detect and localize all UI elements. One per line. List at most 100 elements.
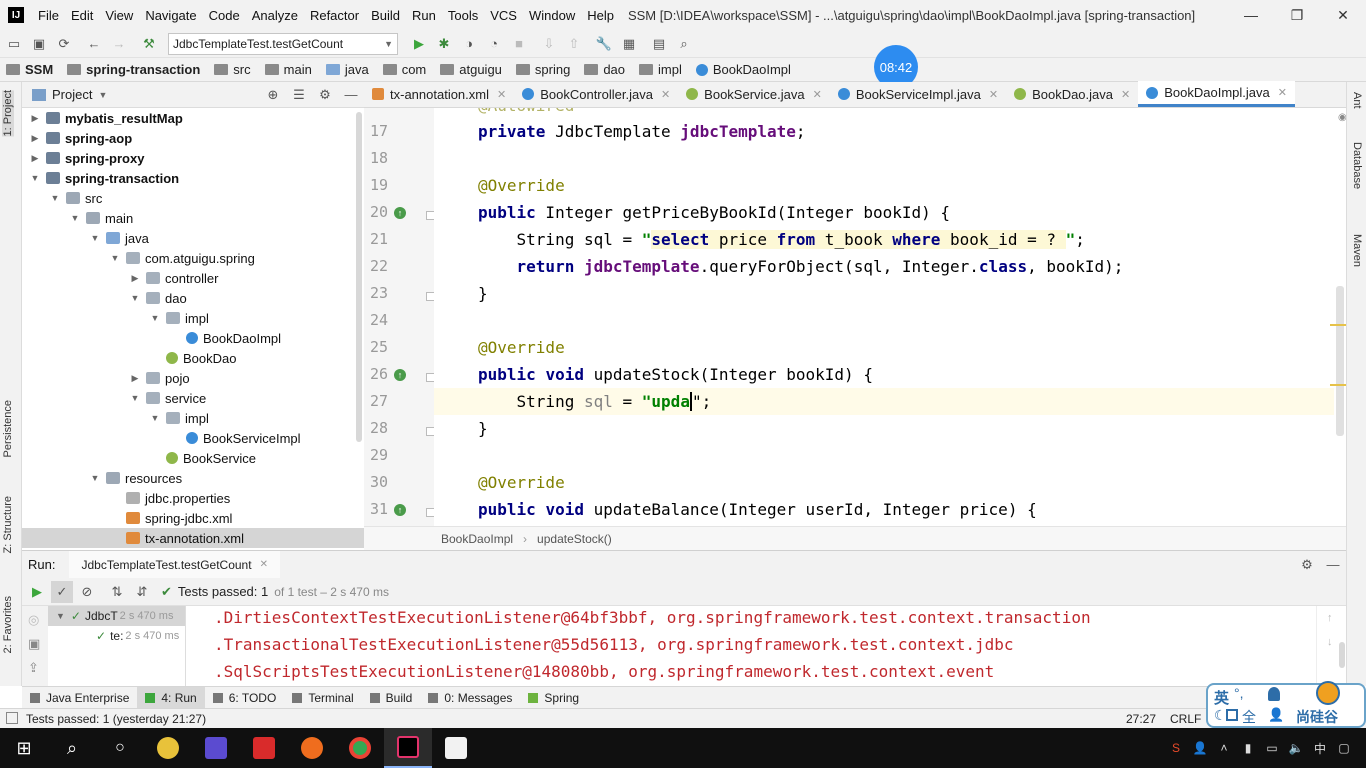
tree-item[interactable]: jdbc.properties: [22, 488, 364, 508]
close-icon[interactable]: ✕: [1278, 86, 1287, 99]
tool-tab-spring[interactable]: Spring: [520, 687, 587, 709]
stop-icon[interactable]: ◎: [28, 612, 39, 628]
editor-scroll-thumb[interactable]: [1336, 286, 1344, 436]
breadcrumb-spring-transaction[interactable]: spring-transaction: [61, 62, 208, 77]
close-icon[interactable]: ✕: [1121, 88, 1130, 101]
tree-item[interactable]: BookDaoImpl: [22, 328, 364, 348]
chevron-down-icon[interactable]: ▼: [88, 233, 102, 243]
persistence-tool-tab[interactable]: Persistence: [2, 400, 14, 457]
chevron-down-icon[interactable]: ▼: [48, 193, 62, 203]
menu-analyze[interactable]: Analyze: [246, 8, 304, 23]
show-ignored-icon[interactable]: ⊘: [76, 581, 98, 603]
chevron-down-icon[interactable]: ▼: [28, 173, 42, 183]
chevron-right-icon[interactable]: ▶: [28, 133, 42, 144]
gear-icon[interactable]: ⚙: [312, 87, 338, 103]
tool-tab-todo[interactable]: 6: TODO: [205, 687, 285, 709]
forward-icon[interactable]: →: [108, 33, 130, 55]
chevron-down-icon[interactable]: ▼: [128, 293, 142, 303]
project-tree-scrollbar[interactable]: [356, 112, 362, 442]
editor-tab[interactable]: BookDao.java ✕: [1006, 81, 1138, 107]
ant-tool-tab[interactable]: Ant: [1351, 92, 1363, 109]
coverage-icon[interactable]: ◑: [458, 33, 480, 55]
run-console-output[interactable]: .DirtiesContextTestExecutionListener@64b…: [186, 606, 1316, 686]
project-tool-tab[interactable]: 1: Project: [2, 90, 14, 137]
menu-run[interactable]: Run: [406, 8, 442, 23]
save-all-icon[interactable]: ▣: [28, 33, 50, 55]
chevron-right-icon[interactable]: ▶: [28, 113, 42, 124]
close-icon[interactable]: ✕: [497, 88, 506, 101]
chevron-down-icon[interactable]: ▼: [148, 313, 162, 323]
editor-tab[interactable]: BookServiceImpl.java ✕: [830, 81, 1006, 107]
taskbar-app-duck[interactable]: [144, 728, 192, 768]
taskbar-app-typora[interactable]: [432, 728, 480, 768]
settings-wrench-icon[interactable]: 🔧: [593, 33, 615, 55]
rerun-icon[interactable]: ▶: [26, 581, 48, 603]
sort-duration-icon[interactable]: ⇵: [131, 581, 153, 603]
tree-item[interactable]: ▼ java: [22, 228, 364, 248]
breadcrumb-com[interactable]: com: [377, 62, 435, 77]
chevron-down-icon[interactable]: ▼: [68, 213, 82, 223]
start-button[interactable]: ⊞: [0, 728, 48, 768]
breadcrumb-dao[interactable]: dao: [578, 62, 633, 77]
tool-tab-terminal[interactable]: Terminal: [284, 687, 361, 709]
taskbar-app-firefox[interactable]: [288, 728, 336, 768]
test-suite-row[interactable]: ▼ ✓ JdbcT 2 s 470 ms: [48, 606, 185, 626]
database-tool-tab[interactable]: Database: [1351, 142, 1363, 189]
menu-edit[interactable]: Edit: [65, 8, 99, 23]
locate-icon[interactable]: ⊕: [260, 87, 286, 103]
tool-tab-run[interactable]: 4: Run: [137, 686, 205, 709]
language-icon[interactable]: 中: [1308, 740, 1332, 757]
editor-tab[interactable]: BookService.java ✕: [678, 81, 830, 107]
chevron-down-icon[interactable]: ▼: [148, 413, 162, 423]
editor-crumb-method[interactable]: updateStock(): [537, 532, 612, 546]
chevron-down-icon[interactable]: ▼: [128, 393, 142, 403]
test-case-row[interactable]: ✓ te: 2 s 470 ms: [48, 626, 185, 646]
chevron-down-icon[interactable]: ▼: [88, 473, 102, 483]
menu-vcs[interactable]: VCS: [484, 8, 523, 23]
tool-tab-java-enterprise[interactable]: Java Enterprise: [22, 687, 137, 709]
tool-window-toggle-icon[interactable]: [6, 712, 18, 724]
menu-help[interactable]: Help: [581, 8, 620, 23]
project-view-select[interactable]: Project ▼: [32, 87, 107, 102]
editor-crumb-class[interactable]: BookDaoImpl: [441, 532, 513, 546]
gear-icon[interactable]: ⚙: [1294, 557, 1320, 573]
run-config-tab[interactable]: JdbcTemplateTest.testGetCount ✕: [69, 550, 280, 579]
tree-item[interactable]: ▼ service: [22, 388, 364, 408]
console-scroll-thumb[interactable]: [1339, 642, 1345, 668]
export-icon[interactable]: ⇪: [28, 660, 39, 676]
close-icon[interactable]: ✕: [260, 559, 268, 570]
close-icon[interactable]: ✕: [989, 88, 998, 101]
menu-navigate[interactable]: Navigate: [139, 8, 202, 23]
sogou-ime-icon[interactable]: S: [1164, 741, 1188, 755]
user-icon[interactable]: 👤: [1188, 741, 1212, 755]
console-scrollbar[interactable]: ↑ ↓: [1316, 606, 1346, 686]
menu-view[interactable]: View: [99, 8, 139, 23]
debug-icon[interactable]: ✱: [433, 33, 455, 55]
close-icon[interactable]: ✕: [813, 88, 822, 101]
tree-item[interactable]: ▼ dao: [22, 288, 364, 308]
warning-marker[interactable]: [1330, 384, 1346, 386]
menu-file[interactable]: File: [32, 8, 65, 23]
implements-method-icon[interactable]: ↑: [394, 369, 406, 381]
breadcrumb-impl[interactable]: impl: [633, 62, 690, 77]
tree-item[interactable]: tx-annotation.xml: [22, 528, 364, 548]
tree-item[interactable]: ▶ controller: [22, 268, 364, 288]
breadcrumb-src[interactable]: src: [208, 62, 258, 77]
ime-fullwidth[interactable]: 全: [1242, 707, 1256, 727]
tree-item[interactable]: ▶ spring-proxy: [22, 148, 364, 168]
breadcrumb-atguigu[interactable]: atguigu: [434, 62, 510, 77]
menu-refactor[interactable]: Refactor: [304, 8, 365, 23]
ime-punct[interactable]: °,: [1234, 685, 1244, 701]
implements-method-icon[interactable]: ↑: [394, 207, 406, 219]
caret-position[interactable]: 27:27: [1126, 712, 1156, 726]
taskbar-app-chrome[interactable]: [336, 728, 384, 768]
vcs-update-icon[interactable]: ⇩: [538, 33, 560, 55]
implements-method-icon[interactable]: ↑: [394, 504, 406, 516]
editor-tab[interactable]: tx-annotation.xml ✕: [364, 81, 514, 107]
tray-expand-icon[interactable]: ˄: [1212, 741, 1236, 755]
profile-icon[interactable]: ◔: [483, 33, 505, 55]
breadcrumb-ssm[interactable]: SSM: [0, 62, 61, 77]
hide-icon[interactable]: —: [1320, 557, 1346, 573]
run-icon[interactable]: ▶: [408, 33, 430, 55]
history-icon[interactable]: ▣: [28, 636, 40, 652]
